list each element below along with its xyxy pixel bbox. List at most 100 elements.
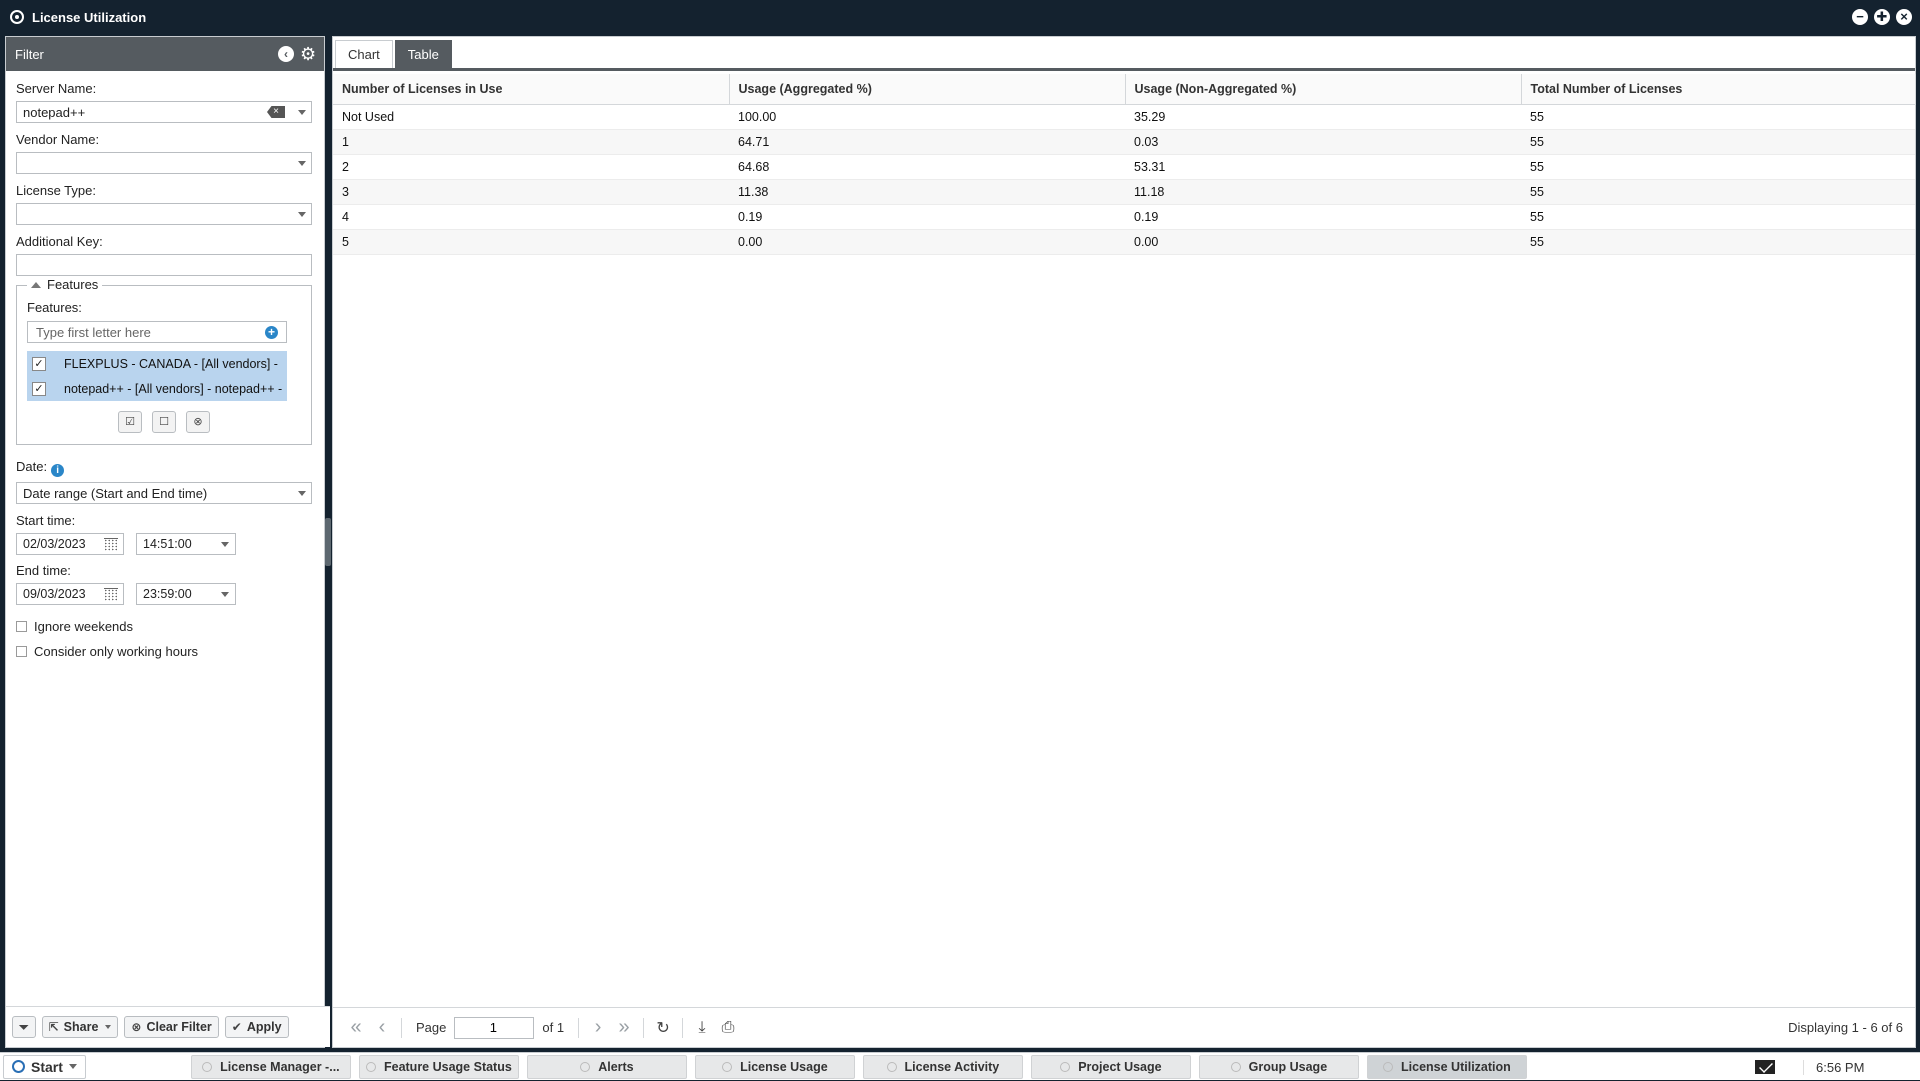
gear-icon[interactable]: ⚙ — [300, 45, 316, 63]
ignore-weekends-checkbox[interactable] — [16, 621, 27, 632]
start-time-row: 02/03/2023 14:51:00 — [16, 533, 314, 555]
last-page-icon[interactable]: » — [611, 1016, 637, 1039]
info-icon[interactable]: i — [51, 464, 65, 477]
panel-splitter-handle[interactable] — [325, 518, 331, 566]
table-row[interactable]: 5 0.00 0.00 55 — [333, 229, 1915, 255]
window-title: License Utilization — [32, 9, 147, 25]
download-icon[interactable]: ⤓ — [689, 1019, 715, 1037]
chevron-down-icon[interactable] — [298, 110, 306, 115]
mail-icon[interactable] — [1755, 1060, 1775, 1074]
chevron-down-icon — [105, 1025, 112, 1029]
ignore-weekends-label: Ignore weekends — [34, 619, 134, 634]
vendor-name-combo[interactable] — [16, 152, 312, 174]
table-cell: 0.00 — [729, 229, 1125, 255]
ignore-weekends-row[interactable]: Ignore weekends — [16, 619, 314, 634]
utilization-table: Number of Licenses in Use Usage (Aggrega… — [333, 74, 1916, 255]
table-row[interactable]: 3 11.38 11.18 55 — [333, 179, 1915, 205]
minimize-icon[interactable]: − — [1852, 9, 1868, 25]
table-cell: 0.19 — [1125, 204, 1521, 230]
feature-item[interactable]: ✓ notepad++ - [All vendors] - notepad++ … — [27, 376, 287, 401]
calendar-icon[interactable] — [104, 538, 118, 551]
taskbar-item[interactable]: Feature Usage Status — [358, 1054, 519, 1079]
filter-toggle-button[interactable]: ⏷ — [12, 1016, 36, 1038]
taskbar-item-active[interactable]: License Utilization — [1366, 1054, 1527, 1079]
clear-filter-button[interactable]: ⊗ Clear Filter — [124, 1016, 219, 1038]
clear-icon: ⊗ — [131, 1020, 142, 1034]
table-row[interactable]: 1 64.71 0.03 55 — [333, 129, 1915, 155]
prev-page-icon[interactable]: ‹ — [369, 1016, 395, 1039]
features-legend[interactable]: Features — [27, 277, 103, 292]
features-search-input[interactable] — [34, 323, 258, 341]
check-circle-icon: ✔ — [231, 1020, 242, 1034]
taskbar-item-label: Project Usage — [1078, 1059, 1162, 1074]
close-icon[interactable]: × — [1896, 9, 1912, 25]
share-button[interactable]: ⇱ Share — [41, 1016, 119, 1038]
taskbar-item[interactable]: License Activity — [862, 1054, 1023, 1079]
table-cell: 0.03 — [1125, 129, 1521, 155]
tab-table[interactable]: Table — [394, 40, 452, 68]
date-mode-value: Date range (Start and End time) — [23, 485, 208, 501]
window-icon — [1230, 1061, 1241, 1072]
column-header[interactable]: Number of Licenses in Use — [333, 74, 730, 105]
remove-all-button[interactable]: ⊗ — [186, 411, 210, 433]
features-search: + — [27, 321, 287, 343]
print-icon[interactable]: ⎙ — [715, 1019, 741, 1037]
column-header[interactable]: Usage (Non-Aggregated %) — [1125, 74, 1522, 105]
checkbox-checked-icon[interactable]: ✓ — [32, 356, 46, 371]
chevron-down-icon[interactable] — [298, 491, 306, 496]
checkbox-checked-icon[interactable]: ✓ — [32, 381, 46, 396]
tab-chart[interactable]: Chart — [335, 40, 393, 68]
start-date-value: 02/03/2023 — [23, 537, 86, 551]
chevron-down-icon[interactable] — [298, 161, 306, 166]
maximize-icon[interactable]: ✚ — [1874, 9, 1890, 25]
table-header-row: Number of Licenses in Use Usage (Aggrega… — [333, 74, 1916, 105]
taskbar-item[interactable]: Alerts — [526, 1054, 687, 1079]
apply-button[interactable]: ✔ Apply — [224, 1016, 289, 1038]
start-time-field[interactable]: 14:51:00 — [136, 533, 236, 555]
taskbar-item[interactable]: Group Usage — [1198, 1054, 1359, 1079]
refresh-icon[interactable]: ↻ — [650, 1018, 676, 1038]
clear-filter-label: Clear Filter — [146, 1020, 212, 1034]
start-button[interactable]: Start — [3, 1054, 86, 1079]
add-feature-icon[interactable]: + — [265, 326, 278, 339]
feature-item[interactable]: ✓ FLEXPLUS - CANADA - [All vendors] - — [27, 351, 287, 376]
view-tabs: Chart Table — [333, 37, 1915, 71]
table-cell: 55 — [1521, 179, 1915, 205]
first-page-icon[interactable]: « — [343, 1016, 369, 1039]
paging-summary: Displaying 1 - 6 of 6 — [1788, 1020, 1903, 1035]
start-time-label: Start time: — [16, 513, 76, 528]
license-type-combo[interactable] — [16, 203, 312, 225]
table-row[interactable]: 4 0.19 0.19 55 — [333, 204, 1915, 230]
filter-footer: ⏷ ⇱ Share ⊗ Clear Filter ✔ Apply — [6, 1006, 330, 1047]
column-header[interactable]: Usage (Aggregated %) — [729, 74, 1126, 105]
collapse-left-icon[interactable]: ‹ — [278, 46, 294, 62]
page-number-input[interactable] — [454, 1016, 535, 1039]
end-date-field[interactable]: 09/03/2023 — [16, 583, 124, 605]
additional-key-input[interactable] — [16, 254, 312, 276]
clear-field-icon[interactable]: × — [267, 106, 285, 118]
end-time-field[interactable]: 23:59:00 — [136, 583, 236, 605]
deselect-all-button[interactable]: ☐ — [152, 411, 176, 433]
next-page-icon[interactable]: › — [585, 1016, 611, 1039]
chevron-down-icon[interactable] — [298, 212, 306, 217]
app-logo-icon — [10, 10, 24, 24]
column-header[interactable]: Total Number of Licenses — [1521, 74, 1916, 105]
table-row[interactable]: 2 64.68 53.31 55 — [333, 154, 1915, 180]
table-cell: 0.19 — [729, 204, 1125, 230]
taskbar-item[interactable]: Project Usage — [1030, 1054, 1191, 1079]
main-panel: Chart Table Number of Licenses in Use Us… — [332, 36, 1916, 1048]
server-name-combo[interactable]: notepad++ × — [16, 101, 312, 123]
working-hours-checkbox[interactable] — [16, 646, 27, 657]
start-date-field[interactable]: 02/03/2023 — [16, 533, 124, 555]
chevron-down-icon[interactable] — [221, 542, 229, 547]
table-row[interactable]: Not Used 100.00 35.29 55 — [333, 104, 1915, 130]
chevron-down-icon[interactable] — [221, 592, 229, 597]
collapse-up-icon[interactable] — [31, 281, 41, 288]
working-hours-row[interactable]: Consider only working hours — [16, 644, 314, 659]
taskbar-item[interactable]: License Usage — [694, 1054, 855, 1079]
date-mode-combo[interactable]: Date range (Start and End time) — [16, 482, 312, 504]
calendar-icon[interactable] — [104, 588, 118, 601]
taskbar: Start License Manager -... Feature Usage… — [0, 1052, 1920, 1080]
select-all-button[interactable]: ☑ — [118, 411, 142, 433]
taskbar-item[interactable]: License Manager -... — [190, 1054, 351, 1079]
